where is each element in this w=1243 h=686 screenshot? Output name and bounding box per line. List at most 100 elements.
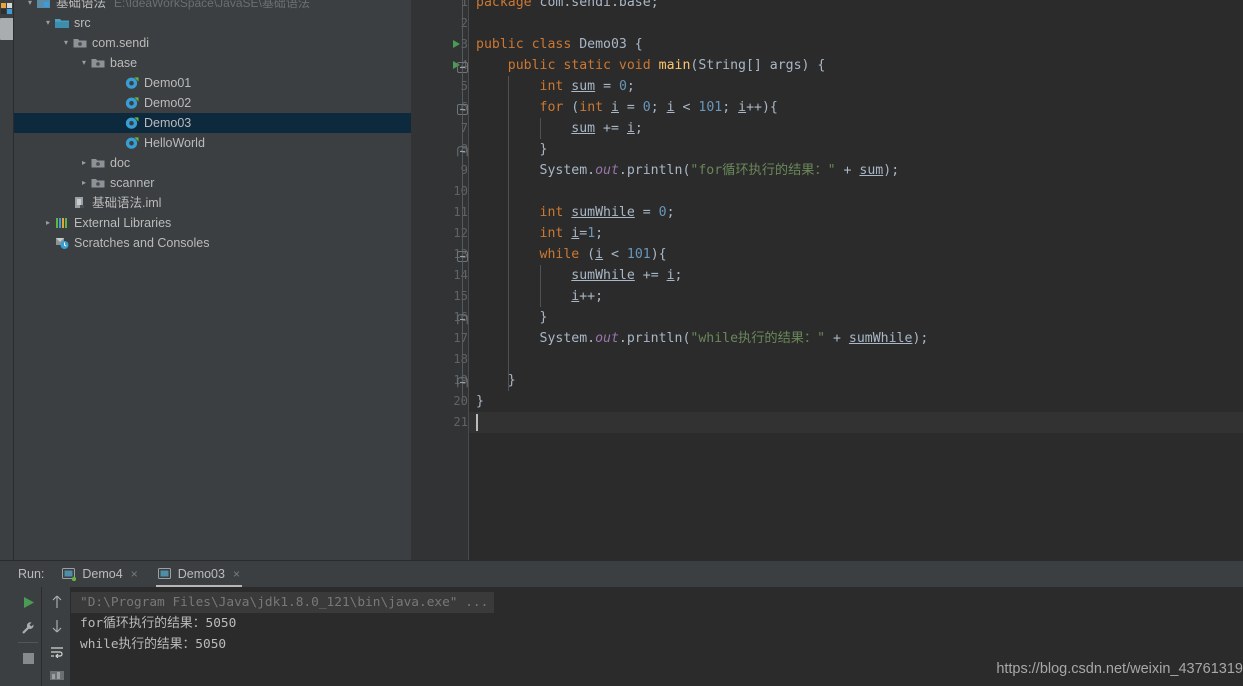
- code-line-7[interactable]: sum += i;: [469, 118, 1243, 139]
- code-line-6[interactable]: for (int i = 0; i < 101; i++){: [469, 97, 1243, 118]
- chevron-down-icon[interactable]: ▾: [60, 33, 72, 53]
- fold-collapse-icon[interactable]: [457, 60, 468, 73]
- chevron-down-icon[interactable]: ▾: [24, 0, 36, 13]
- gutter-line-10[interactable]: 10: [411, 181, 468, 202]
- code-line-14[interactable]: sumWhile += i;: [469, 265, 1243, 286]
- gutter-line-18[interactable]: 18: [411, 349, 468, 370]
- run-tab-demo03[interactable]: Demo03 ×: [155, 561, 243, 587]
- tree-item-scratches-and-consoles[interactable]: Scratches and Consoles: [14, 233, 411, 253]
- gutter-line-17[interactable]: 17: [411, 328, 468, 349]
- code-line-17[interactable]: System.out.println("while执行的结果：" + sumWh…: [469, 328, 1243, 349]
- package-icon: [90, 175, 106, 191]
- gutter-line-5[interactable]: 5: [411, 76, 468, 97]
- fold-end-icon[interactable]: [457, 312, 468, 325]
- code-line-text: public class Demo03 {: [476, 37, 643, 52]
- code-line-text: int i=1;: [539, 226, 604, 241]
- project-tree-panel[interactable]: ▾ 基础语法 E:\IdeaWorkSpace\JavaSE\基础语法 ▾ src ▾ c…: [14, 0, 411, 560]
- tree-item-demo01[interactable]: Demo01: [14, 73, 411, 93]
- tree-item-scanner[interactable]: ▸ scanner: [14, 173, 411, 193]
- chevron-right-icon[interactable]: ▸: [42, 213, 54, 233]
- fold-region-bar: [462, 260, 463, 312]
- code-line-10[interactable]: [469, 181, 1243, 202]
- code-line-12[interactable]: int i=1;: [469, 223, 1243, 244]
- tree-item-demo02[interactable]: Demo02: [14, 93, 411, 113]
- run-tab-demo4[interactable]: Demo4 ×: [60, 561, 139, 587]
- code-line-19[interactable]: }: [469, 370, 1243, 391]
- code-editor[interactable]: 1 2 3 4 5 6 7 8 9 10 11 12 13 14 15 16 17 18 19 20 21 packag…: [411, 0, 1243, 560]
- code-line-8[interactable]: }: [469, 139, 1243, 160]
- fold-collapse-icon[interactable]: [457, 249, 468, 262]
- down-arrow-icon[interactable]: [48, 617, 66, 635]
- fold-end-icon[interactable]: [457, 375, 468, 388]
- text-caret: [476, 414, 478, 431]
- close-icon[interactable]: ×: [233, 568, 240, 580]
- indent-guide: [508, 76, 509, 391]
- code-line-20[interactable]: }: [469, 391, 1243, 412]
- tree-item-helloworld[interactable]: HelloWorld: [14, 133, 411, 153]
- editor-gutter[interactable]: 1 2 3 4 5 6 7 8 9 10 11 12 13 14 15 16 17 18 19 20 21: [411, 0, 468, 560]
- code-line-2[interactable]: [469, 13, 1243, 34]
- code-line-13[interactable]: while (i < 101){: [469, 244, 1243, 265]
- chevron-down-icon[interactable]: ▾: [78, 53, 90, 73]
- gutter-line-1[interactable]: 1: [411, 0, 468, 13]
- tree-item-doc[interactable]: ▸ doc: [14, 153, 411, 173]
- code-line-text: sum += i;: [571, 121, 643, 136]
- settings-wrench-icon[interactable]: [19, 619, 37, 637]
- gutter-line-15[interactable]: 15: [411, 286, 468, 307]
- tree-item-project-root[interactable]: ▾ 基础语法 E:\IdeaWorkSpace\JavaSE\基础语法: [14, 0, 411, 13]
- soft-wrap-icon[interactable]: [48, 643, 66, 661]
- code-line-21[interactable]: [469, 412, 1243, 433]
- tree-item-src[interactable]: ▾ src: [14, 13, 411, 33]
- fold-end-icon[interactable]: [457, 144, 468, 157]
- up-arrow-icon[interactable]: [48, 593, 66, 611]
- gutter-line-12[interactable]: 12: [411, 223, 468, 244]
- gutter-line-3[interactable]: 3: [411, 34, 468, 55]
- run-gutter-icon[interactable]: [453, 40, 460, 48]
- tree-item-demo03[interactable]: Demo03: [14, 113, 411, 133]
- run-tool-window[interactable]: Run: Demo4 × Demo03 × "D:\Program Files\…: [0, 560, 1243, 686]
- gutter-line-20[interactable]: 20: [411, 391, 468, 412]
- gutter-line-11[interactable]: 11: [411, 202, 468, 223]
- tree-item--iml[interactable]: 基础语法.iml: [14, 193, 411, 213]
- tree-item-base[interactable]: ▾ base: [14, 53, 411, 73]
- run-tab-bar[interactable]: Run: Demo4 × Demo03 ×: [0, 561, 1243, 587]
- chevron-right-icon[interactable]: ▸: [78, 173, 90, 193]
- tree-item-com-sendi[interactable]: ▾ com.sendi: [14, 33, 411, 53]
- code-line-3[interactable]: public class Demo03 {: [469, 34, 1243, 55]
- code-line-16[interactable]: }: [469, 307, 1243, 328]
- code-line-4[interactable]: public static void main(String[] args) {: [469, 55, 1243, 76]
- code-text-area[interactable]: package com.sendi.base; public class Demo…: [469, 0, 1243, 560]
- project-tool-button[interactable]: [0, 18, 13, 40]
- print-icon[interactable]: [48, 667, 66, 685]
- code-line-text: }: [476, 394, 484, 409]
- gutter-line-14[interactable]: 14: [411, 265, 468, 286]
- gutter-line-9[interactable]: 9: [411, 160, 468, 181]
- gutter-line-7[interactable]: 7: [411, 118, 468, 139]
- current-line-highlight: [469, 412, 1243, 433]
- code-line-18[interactable]: [469, 349, 1243, 370]
- gutter-line-21[interactable]: 21: [411, 412, 468, 433]
- tree-item-external-libraries[interactable]: ▸ External Libraries: [14, 213, 411, 233]
- close-icon[interactable]: ×: [131, 568, 138, 580]
- code-line-5[interactable]: int sum = 0;: [469, 76, 1243, 97]
- chevron-right-icon[interactable]: ▸: [78, 153, 90, 173]
- code-line-9[interactable]: System.out.println("for循环执行的结果：" + sum);: [469, 160, 1243, 181]
- code-line-15[interactable]: i++;: [469, 286, 1243, 307]
- gutter-line-2[interactable]: 2: [411, 13, 468, 34]
- console-toolbar-secondary[interactable]: [43, 587, 71, 686]
- rerun-icon[interactable]: [19, 593, 37, 611]
- chevron-down-icon[interactable]: ▾: [42, 13, 54, 33]
- console-toolbar-primary[interactable]: [14, 587, 42, 686]
- stop-icon[interactable]: [19, 649, 37, 667]
- tree-item-label: scanner: [110, 176, 155, 190]
- code-line-11[interactable]: int sumWhile = 0;: [469, 202, 1243, 223]
- fold-collapse-icon[interactable]: [457, 102, 468, 115]
- tree-item-label: Demo02: [144, 96, 192, 110]
- tree-item-label: Scratches and Consoles: [74, 236, 210, 250]
- code-line-1[interactable]: package com.sendi.base;: [469, 0, 1243, 13]
